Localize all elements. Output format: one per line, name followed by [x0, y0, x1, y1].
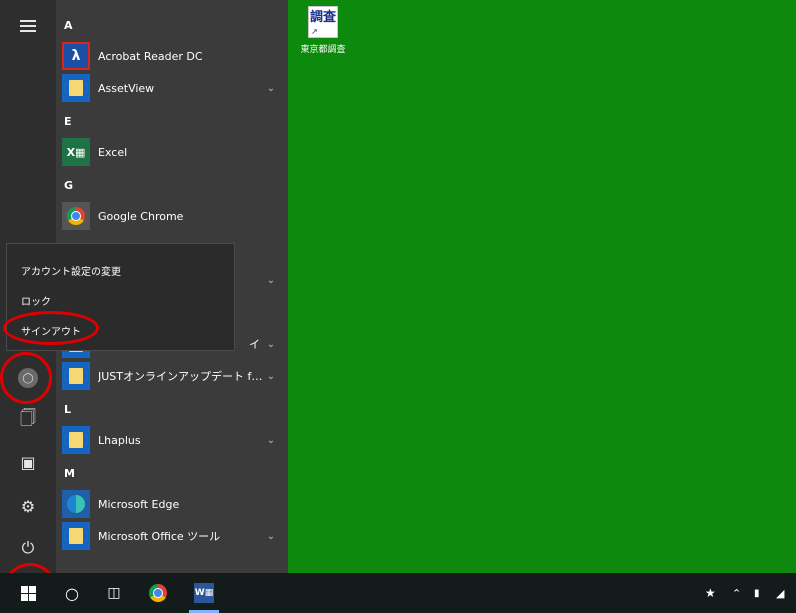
lock-item[interactable]: ロック [21, 293, 51, 308]
chevron-up-icon: ⌃ [732, 586, 742, 600]
chevron-down-icon[interactable]: ⌄ [264, 339, 278, 350]
shortcut-image-text: 調査 [309, 10, 336, 25]
show-hidden-icons-button[interactable]: ⌃ [732, 573, 748, 613]
chevron-down-icon[interactable]: ⌄ [264, 275, 278, 286]
chrome-icon [149, 584, 167, 602]
shortcut-label: 東京都調査 [300, 45, 346, 55]
app-name: Excel [98, 145, 128, 159]
chevron-down-icon[interactable]: ⌄ [264, 531, 278, 542]
word-icon: W▦ [194, 583, 214, 603]
settings-button[interactable]: ⚙ [10, 488, 46, 524]
document-icon: 🗍 [20, 407, 36, 427]
pictures-button[interactable]: ▣ [10, 444, 46, 480]
expand-menu-button[interactable] [10, 8, 46, 44]
app-name: Acrobat Reader DC [98, 49, 203, 63]
group-letter-e[interactable]: E [64, 115, 72, 128]
app-google-chrome[interactable]: Google Chrome [62, 200, 278, 232]
group-letter-g[interactable]: G [64, 179, 73, 192]
app-name: Microsoft Office ツール [98, 530, 221, 543]
app-assetview[interactable]: AssetView ⌄ [62, 72, 278, 104]
battery-icon: ▮ [754, 587, 760, 599]
chevron-down-icon[interactable]: ⌄ [264, 371, 278, 382]
excel-icon: X▦ [62, 138, 90, 166]
folder-icon [62, 362, 90, 390]
shortcut-arrow-icon: ↗ [311, 27, 318, 36]
hamburger-icon [20, 17, 36, 35]
app-microsoft-edge[interactable]: Microsoft Edge [62, 488, 278, 520]
chrome-icon [62, 202, 90, 230]
app-name: Lhaplus [98, 433, 141, 447]
desktop-shortcut[interactable]: 調査 ↗ 東京都調査 [298, 6, 348, 55]
chevron-down-icon[interactable]: ⌄ [264, 435, 278, 446]
app-lhaplus[interactable]: Lhaplus ⌄ [62, 424, 278, 456]
highlight-ring-account [0, 352, 52, 404]
group-letter-a[interactable]: A [64, 19, 73, 32]
app-acrobat-reader[interactable]: λ Acrobat Reader DC [62, 40, 278, 72]
folder-icon [62, 74, 90, 102]
search-button[interactable]: ○ [54, 573, 90, 613]
edge-icon [62, 490, 90, 518]
taskbar-chrome[interactable] [140, 573, 176, 613]
start-button[interactable] [6, 573, 50, 613]
app-name: Google Chrome [98, 209, 184, 223]
task-view-icon: ◫ [107, 585, 121, 601]
taskbar: ○ ◫ W▦ ★ ⌃ ▮ ◢ [0, 573, 796, 613]
folder-icon [62, 426, 90, 454]
power-button[interactable]: ⏻ [10, 530, 46, 566]
app-name: AssetView [98, 81, 155, 95]
wifi-icon: ◢ [776, 586, 785, 600]
app-microsoft-office-tools[interactable]: Microsoft Office ツール ⌄ [62, 520, 278, 552]
people-icon: ★ [705, 586, 716, 600]
people-button[interactable]: ★ [705, 573, 721, 613]
task-view-button[interactable]: ◫ [96, 573, 132, 613]
power-icon: ⏻ [21, 538, 35, 557]
highlight-ring-sign-out [3, 311, 99, 345]
chevron-down-icon[interactable]: ⌄ [264, 83, 278, 94]
picture-icon: ▣ [20, 452, 36, 472]
shortcut-image: 調査 ↗ [308, 6, 338, 38]
app-just-online-update[interactable]: JUSTオンラインアップデート for J-Lice… ⌄ [62, 360, 278, 392]
start-menu: ◯ 🗍 ▣ ⚙ ⏻ A λ Acrobat Reader DC AssetVie… [0, 0, 288, 573]
windows-logo-icon [20, 585, 36, 601]
documents-button[interactable]: 🗍 [10, 402, 46, 438]
group-letter-m[interactable]: M [64, 467, 75, 480]
search-icon: ○ [65, 583, 79, 603]
battery-button[interactable]: ▮ [754, 573, 770, 613]
group-letter-l[interactable]: L [64, 403, 71, 416]
network-button[interactable]: ◢ [776, 573, 792, 613]
gear-icon: ⚙ [20, 496, 36, 516]
acrobat-icon: λ [62, 42, 90, 70]
app-name: JUSTオンラインアップデート for J-Lice… [98, 370, 264, 383]
app-name: Microsoft Edge [98, 497, 180, 511]
folder-icon [62, 522, 90, 550]
app-excel[interactable]: X▦ Excel [62, 136, 278, 168]
change-account-settings-item[interactable]: アカウント設定の変更 [21, 263, 121, 278]
taskbar-word[interactable]: W▦ [186, 573, 222, 613]
